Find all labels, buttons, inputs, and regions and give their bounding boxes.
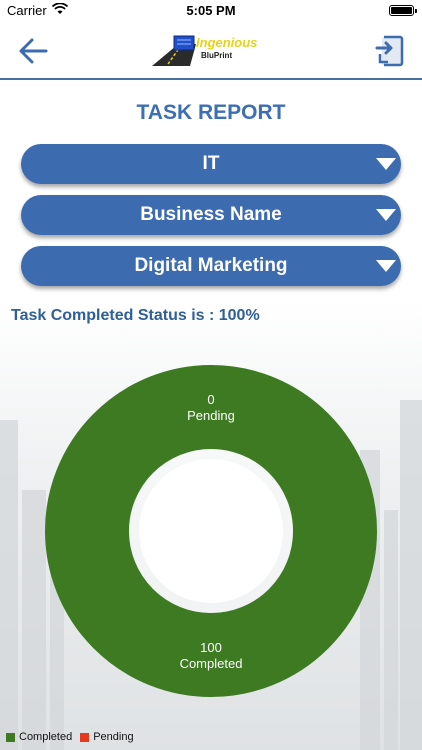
export-icon[interactable] (374, 34, 406, 68)
app-logo: Ingenious BluPrint (150, 32, 272, 70)
completed-swatch (6, 732, 15, 742)
completed-caption: Completed (179, 656, 243, 671)
chevron-down-icon (376, 158, 396, 170)
chart-legend: Completed Pending (6, 731, 142, 743)
legend-item-completed: Completed (6, 731, 72, 743)
service-value: Digital Marketing (134, 255, 288, 276)
page-title: TASK REPORT (136, 101, 286, 124)
pending-slice-label: 0 Pending (0, 392, 422, 424)
pending-count: 0 (207, 392, 215, 407)
battery-icon (389, 5, 417, 16)
status-bar: Carrier 5:05 PM (0, 0, 422, 22)
business-dropdown[interactable]: Business Name (21, 195, 401, 235)
completion-status-text: Task Completed Status is : 100% (11, 307, 260, 324)
department-value: IT (202, 153, 220, 174)
chevron-down-icon (376, 209, 396, 221)
legend-item-pending: Pending (80, 731, 134, 743)
navigation-bar: Ingenious BluPrint (0, 22, 422, 80)
task-report-screen: Carrier 5:05 PM Ingenious BluPrint TASK … (0, 0, 422, 750)
logo-title: Ingenious (196, 35, 258, 50)
donut-hole (139, 459, 283, 603)
service-dropdown[interactable]: Digital Marketing (21, 246, 401, 286)
department-dropdown[interactable]: IT (21, 144, 401, 184)
logo-subtitle: BluPrint (201, 51, 233, 60)
pending-swatch (80, 732, 90, 742)
business-value: Business Name (140, 204, 282, 225)
pending-caption: Pending (187, 408, 235, 423)
back-arrow-icon[interactable] (16, 34, 50, 68)
legend-completed-label: Completed (19, 731, 73, 743)
completed-slice-label: 100 Completed (0, 640, 422, 672)
legend-pending-label: Pending (93, 731, 134, 743)
clock: 5:05 PM (186, 3, 236, 18)
completed-count: 100 (200, 640, 222, 655)
chevron-down-icon (376, 260, 396, 272)
